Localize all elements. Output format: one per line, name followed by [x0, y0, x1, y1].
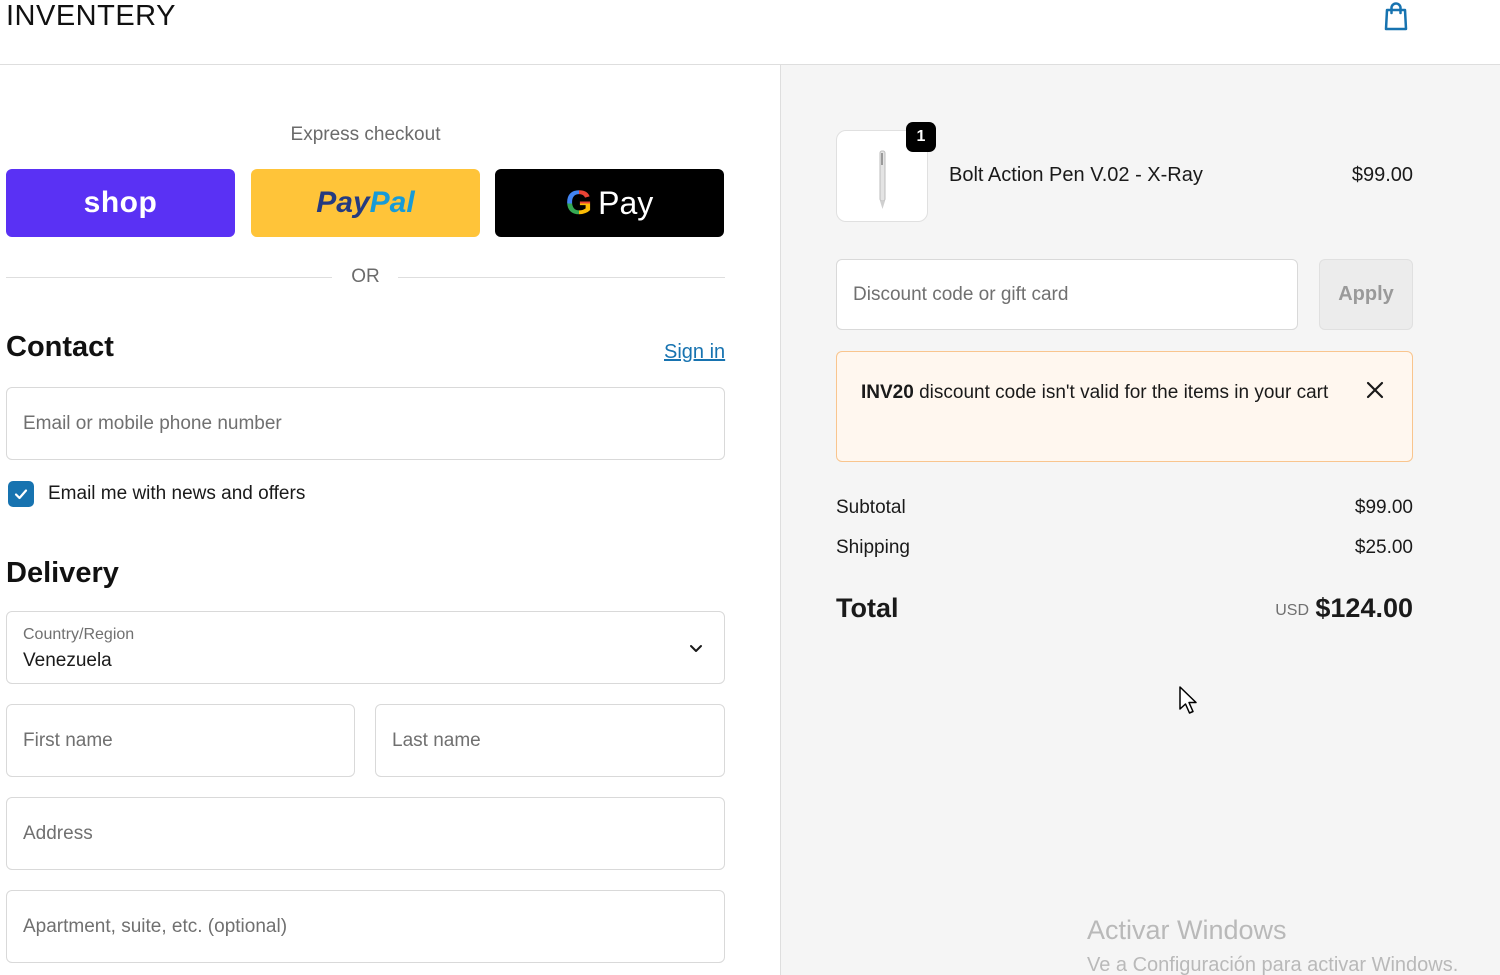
divider-line-right — [398, 277, 725, 278]
first-name-field[interactable] — [6, 704, 355, 777]
email-field[interactable] — [6, 387, 725, 460]
email-input[interactable] — [7, 388, 724, 459]
total-value: $124.00 — [1315, 593, 1413, 623]
discount-input[interactable] — [837, 260, 1297, 329]
watermark-subtitle: Ve a Configuración para activar Windows. — [1087, 954, 1459, 975]
alert-message: INV20 discount code isn't valid for the … — [861, 378, 1331, 408]
last-name-field[interactable] — [375, 704, 725, 777]
google-pay-button[interactable]: G Pay — [495, 169, 724, 237]
quantity-badge: 1 — [906, 122, 936, 152]
discount-error-alert: INV20 discount code isn't valid for the … — [836, 351, 1413, 462]
checkout-form-panel: Express checkout shop Pay Pal G Pay OR Co… — [0, 65, 781, 975]
country-select[interactable]: Country/Region Venezuela — [6, 611, 725, 684]
google-g-icon: G — [565, 183, 593, 222]
or-divider: OR — [6, 265, 725, 291]
product-price: $99.00 — [1351, 164, 1413, 186]
alert-text: discount code isn't valid for the items … — [913, 382, 1329, 403]
express-checkout-label: Express checkout — [290, 124, 441, 145]
news-opt-in[interactable]: Email me with news and offers — [8, 481, 305, 507]
subtotal-label: Subtotal — [836, 497, 906, 518]
contact-heading: Contact — [6, 331, 114, 363]
store-logo[interactable]: INVENTERY — [6, 0, 176, 32]
shipping-label: Shipping — [836, 537, 910, 558]
chevron-down-icon — [690, 645, 702, 652]
total-currency: USD — [1275, 602, 1309, 619]
windows-activation-watermark: Activar Windows Ve a Configuración para … — [1087, 915, 1458, 975]
address-field[interactable] — [6, 797, 725, 870]
alert-code: INV20 — [861, 382, 914, 403]
shopping-bag-icon[interactable] — [1380, 0, 1412, 32]
address-input[interactable] — [7, 798, 724, 869]
apartment-field[interactable] — [6, 890, 725, 963]
checkmark-icon — [14, 489, 28, 500]
total-row: Total USD $124.00 — [836, 593, 1413, 629]
paypal-button[interactable]: Pay Pal — [251, 169, 480, 237]
country-label: Country/Region — [23, 626, 135, 643]
first-name-input[interactable] — [7, 705, 354, 776]
delivery-heading: Delivery — [6, 557, 119, 589]
news-checkbox[interactable] — [8, 481, 34, 507]
google-pay-label: Pay — [598, 184, 654, 221]
shop-pay-label: shop — [83, 186, 158, 219]
apartment-input[interactable] — [7, 891, 724, 962]
shipping-row: Shipping $25.00 — [836, 537, 1413, 559]
mouse-cursor-icon — [1179, 686, 1197, 714]
subtotal-row: Subtotal $99.00 — [836, 497, 1413, 519]
country-value: Venezuela — [23, 650, 112, 671]
shop-pay-button[interactable]: shop — [6, 169, 235, 237]
shipping-value: $25.00 — [1354, 537, 1413, 558]
paypal-label-pal: Pal — [369, 186, 415, 219]
product-name: Bolt Action Pen V.02 - X-Ray — [949, 164, 1203, 186]
site-header: INVENTERY — [0, 0, 1500, 65]
paypal-label-pay: Pay — [316, 186, 370, 219]
last-name-input[interactable] — [376, 705, 724, 776]
discount-field[interactable] — [836, 259, 1298, 330]
subtotal-value: $99.00 — [1354, 497, 1413, 518]
close-icon[interactable] — [1365, 380, 1385, 400]
news-checkbox-label: Email me with news and offers — [48, 483, 306, 504]
apply-button[interactable]: Apply — [1319, 259, 1413, 330]
watermark-title: Activar Windows — [1087, 915, 1287, 945]
order-summary-panel: 1 Bolt Action Pen V.02 - X-Ray $99.00 Ap… — [781, 65, 1500, 975]
sign-in-link[interactable]: Sign in — [664, 341, 725, 364]
total-label: Total — [836, 593, 899, 623]
